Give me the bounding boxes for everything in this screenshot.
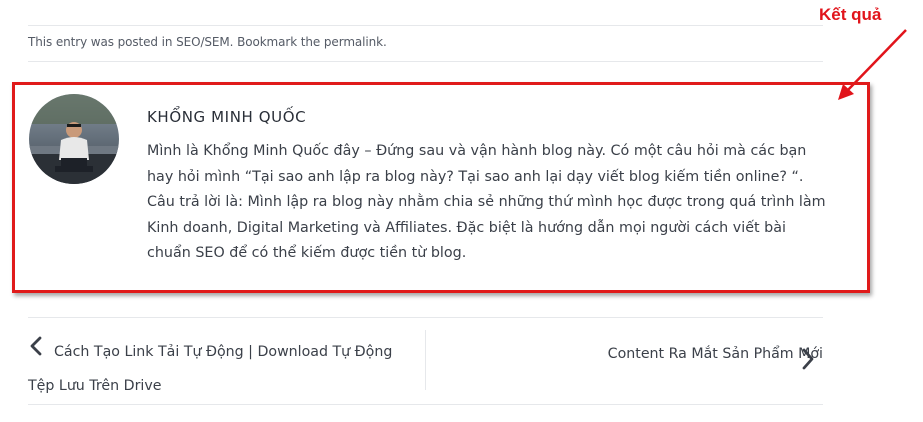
previous-post-link[interactable]: Cách Tạo Link Tải Tự Động | Download Tự … [28,335,423,403]
nav-bottom-divider [28,404,823,405]
chevron-left-icon [28,335,54,369]
author-name: KHỔNG MINH QUỐC [147,108,307,126]
chevron-right-icon[interactable] [800,348,816,374]
next-post-link[interactable]: Content Ra Mắt Sản Phẩm Mới [608,346,823,362]
previous-post-label: Cách Tạo Link Tải Tự Động | Download Tự … [28,344,393,394]
nav-top-divider [28,317,823,318]
nav-divider [425,330,426,390]
avatar [29,94,119,184]
author-bio: Mình là Khổng Minh Quốc đây – Đứng sau v… [147,143,826,261]
